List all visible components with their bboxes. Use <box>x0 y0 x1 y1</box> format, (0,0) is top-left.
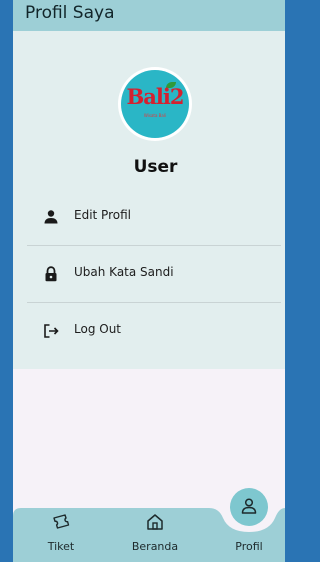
nav-profil-label: Profil <box>235 540 263 553</box>
nav-profil-active-button[interactable] <box>230 488 268 526</box>
person-outline-icon <box>241 498 257 514</box>
user-name: User <box>133 157 178 177</box>
edit-profile-item[interactable]: Edit Profil <box>13 189 285 245</box>
page-title: Profil Saya <box>25 3 115 23</box>
edit-profile-label: Edit Profil <box>74 208 131 222</box>
profile-screen: Profil Saya Bali2 Wisata Bali User Edit … <box>13 0 285 562</box>
profile-avatar: Bali2 Wisata Bali <box>118 67 192 141</box>
nav-beranda[interactable]: Beranda <box>125 512 185 558</box>
lock-icon <box>45 266 57 282</box>
logo-subtitle: Wisata Bali <box>143 113 167 118</box>
change-password-label: Ubah Kata Sandi <box>74 265 174 279</box>
app-bar: Profil Saya <box>13 0 285 31</box>
logo-text: Bali2 <box>126 84 185 109</box>
nav-tiket[interactable]: Tiket <box>31 512 91 558</box>
bali-logo: Bali2 Wisata Bali <box>121 70 189 138</box>
home-icon <box>147 514 163 530</box>
logout-item[interactable]: Log Out <box>13 303 285 359</box>
change-password-item[interactable]: Ubah Kata Sandi <box>13 246 285 302</box>
logout-label: Log Out <box>74 322 122 336</box>
logout-icon <box>44 324 59 338</box>
nav-tiket-label: Tiket <box>47 540 75 553</box>
ticket-icon <box>53 514 70 529</box>
person-icon <box>44 210 58 224</box>
nav-beranda-label: Beranda <box>131 540 179 553</box>
profile-card: Bali2 Wisata Bali User Edit Profil Ubah … <box>13 31 285 369</box>
